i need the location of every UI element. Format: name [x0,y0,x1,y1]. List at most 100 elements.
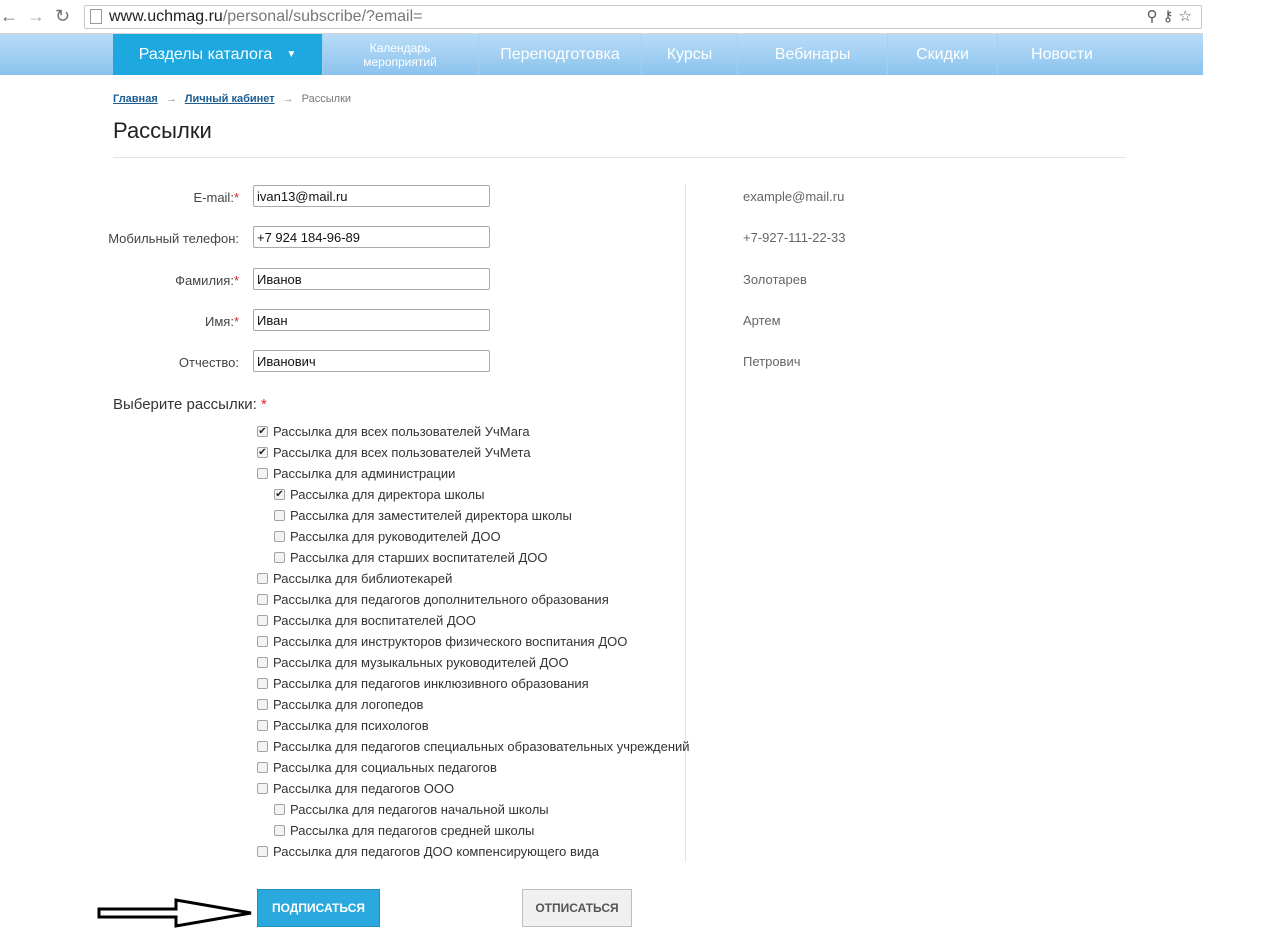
key-icon[interactable]: ⚷ [1163,8,1179,25]
subscription-item[interactable]: Рассылка для старших воспитателей ДОО [274,547,547,568]
forward-arrow-icon[interactable]: → [27,6,45,26]
subscription-item[interactable]: Рассылка для педагогов инклюзивного обра… [257,673,589,694]
subscription-label: Рассылка для воспитателей ДОО [273,613,476,628]
phone-hint: +7-927-111-22-33 [743,230,846,245]
breadcrumb: Главная → Личный кабинет → Рассылки [113,93,351,105]
nav-discounts-label: Скидки [916,45,969,63]
title-divider [113,157,1126,158]
nav-calendar-label: Календарь мероприятий [363,40,437,69]
address-bar[interactable]: www.uchmag.ru/personal/subscribe/?email=… [84,5,1202,29]
phone-field[interactable] [253,226,490,248]
subscription-label: Рассылка для администрации [273,466,456,481]
phone-row: Мобильный телефон: [108,226,493,250]
subscription-item[interactable]: Рассылка для инструкторов физического во… [257,631,627,652]
subscription-item[interactable]: Рассылка для социальных педагогов [257,757,497,778]
checkbox-icon[interactable] [257,720,268,731]
nav-webinars-label: Вебинары [774,45,851,63]
page-title: Рассылки [113,118,212,143]
firstname-hint: Артем [743,313,781,328]
checkbox-checked-icon[interactable]: ✔ [257,426,268,437]
checkbox-icon[interactable] [257,657,268,668]
lastname-label: Фамилия:* [175,273,239,288]
firstname-field[interactable] [253,309,490,331]
subscription-item[interactable]: Рассылка для педагогов ДОО компенсирующе… [257,841,599,862]
checkbox-checked-icon[interactable]: ✔ [257,447,268,458]
nav-courses-label: Курсы [666,45,713,63]
subscription-item[interactable]: Рассылка для заместителей директора школ… [274,505,572,526]
checkbox-icon[interactable] [274,825,285,836]
checkbox-checked-icon[interactable]: ✔ [274,489,285,500]
nav-webinars[interactable]: Вебинары [738,34,888,75]
checkbox-icon[interactable] [274,804,285,815]
subscription-item[interactable]: Рассылка для музыкальных руководителей Д… [257,652,569,673]
checkbox-icon[interactable] [257,468,268,479]
subscription-item[interactable]: Рассылка для воспитателей ДОО [257,610,476,631]
subscription-item[interactable]: Рассылка для администрации [257,463,455,484]
subscription-label: Рассылка для директора школы [290,487,485,502]
email-field[interactable] [253,185,490,207]
back-arrow-icon[interactable]: ← [0,6,18,26]
checkbox-icon[interactable] [274,510,285,521]
subscription-label: Рассылка для педагогов инклюзивного обра… [273,676,589,691]
bookmark-star-icon[interactable]: ☆ [1179,8,1197,25]
unsubscribe-button[interactable]: ОТПИСАТЬСЯ [522,889,632,927]
subscription-item[interactable]: Рассылка для педагогов специальных образ… [257,736,690,757]
subscription-item[interactable]: Рассылка для психологов [257,715,429,736]
nav-calendar[interactable]: Календарь мероприятий [322,34,479,75]
subscription-item[interactable]: ✔ Рассылка для всех пользователей УчМета [257,442,531,463]
checkbox-icon[interactable] [274,552,285,563]
checkbox-icon[interactable] [257,678,268,689]
nav-catalog-button[interactable]: Разделы каталога ▼ [113,34,323,75]
middlename-row: Отчество: [113,350,493,374]
nav-news-label: Новости [1031,45,1093,63]
subscription-item[interactable]: Рассылка для педагогов начальной школы [274,799,549,820]
breadcrumb-home-link[interactable]: Главная [113,93,158,105]
checkbox-icon[interactable] [257,741,268,752]
nav-news[interactable]: Новости [998,34,1126,75]
subscription-item[interactable]: Рассылка для библиотекарей [257,568,452,589]
checkbox-icon[interactable] [274,531,285,542]
checkbox-icon[interactable] [257,615,268,626]
site-navigation: Разделы каталога ▼ Календарь мероприятий … [0,34,1203,75]
subscription-label: Рассылка для всех пользователей УчМета [273,445,531,460]
firstname-row: Имя:* [113,309,493,333]
checkbox-icon[interactable] [257,594,268,605]
lastname-hint: Золотарев [743,272,807,287]
nav-catalog-label: Разделы каталога [138,45,273,63]
subscription-label: Рассылка для заместителей директора школ… [290,508,572,523]
checkbox-icon[interactable] [257,636,268,647]
lastname-row: Фамилия:* [113,268,493,292]
checkbox-icon[interactable] [257,783,268,794]
checkbox-icon[interactable] [257,699,268,710]
subscription-label: Рассылка для социальных педагогов [273,760,497,775]
subscription-item[interactable]: Рассылка для логопедов [257,694,423,715]
subscription-label: Рассылка для всех пользователей УчМага [273,424,530,439]
nav-discounts[interactable]: Скидки [888,34,998,75]
zoom-icon[interactable]: ⚲ [1147,8,1163,25]
subscription-item[interactable]: ✔ Рассылка для директора школы [274,484,484,505]
subscription-label: Рассылка для педагогов ДОО компенсирующе… [273,844,599,859]
subscribe-button[interactable]: ПОДПИСАТЬСЯ [257,889,380,927]
browser-toolbar: ← → ↻ www.uchmag.ru/personal/subscribe/?… [0,0,1203,34]
subscription-item[interactable]: ✔ Рассылка для всех пользователей УчМага [257,421,530,442]
checkbox-icon[interactable] [257,573,268,584]
nav-retraining[interactable]: Переподготовка [479,34,642,75]
checkbox-icon[interactable] [257,762,268,773]
lastname-field[interactable] [253,268,490,290]
url-text[interactable]: www.uchmag.ru/personal/subscribe/?email= [109,7,423,27]
reload-icon[interactable]: ↻ [55,6,70,26]
nav-courses[interactable]: Курсы [642,34,738,75]
checkbox-icon[interactable] [257,846,268,857]
subscription-item[interactable]: Рассылка для педагогов средней школы [274,820,534,841]
subscriptions-title: Выберите рассылки: * [113,396,267,413]
breadcrumb-cabinet-link[interactable]: Личный кабинет [185,93,275,105]
email-label: E-mail:* [193,190,239,205]
middlename-field[interactable] [253,350,490,372]
nav-retraining-label: Переподготовка [500,45,620,63]
breadcrumb-separator: → [165,93,177,105]
subscription-label: Рассылка для музыкальных руководителей Д… [273,655,569,670]
subscription-item[interactable]: Рассылка для педагогов дополнительного о… [257,589,609,610]
subscription-item[interactable]: Рассылка для педагогов ООО [257,778,454,799]
subscription-item[interactable]: Рассылка для руководителей ДОО [274,526,501,547]
middlename-label: Отчество: [178,355,239,370]
